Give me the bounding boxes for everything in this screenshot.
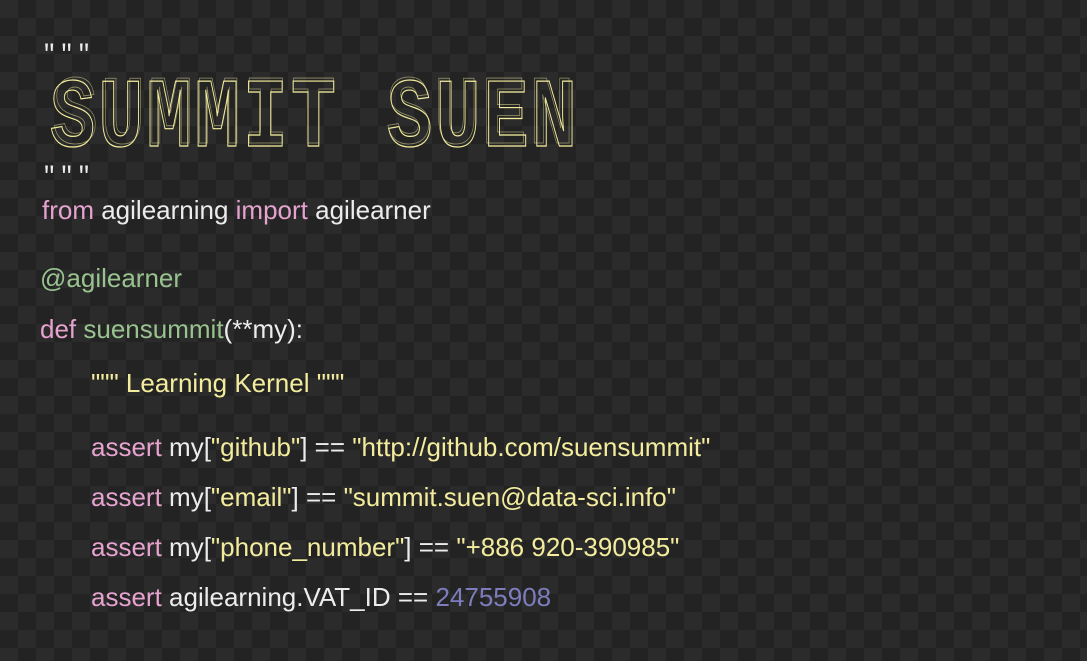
banner-svg: SUMMIT SUEN SUMMIT SUEN bbox=[50, 70, 577, 154]
assert-line-github: assert my["github"] == "http://github.co… bbox=[91, 432, 710, 462]
keyword-def: def bbox=[40, 314, 77, 344]
keyword-assert: assert bbox=[91, 432, 162, 462]
keyword-from: from bbox=[42, 195, 94, 225]
assert-value: "http://github.com/suensummit" bbox=[352, 432, 711, 462]
function-docstring: """ Learning Kernel """ bbox=[91, 368, 345, 398]
docstring-open-quotes: """ bbox=[42, 42, 95, 69]
assert-value: "+886 920-390985" bbox=[456, 532, 680, 562]
assert-key: "phone_number" bbox=[210, 532, 405, 562]
assert-key: "github" bbox=[210, 432, 301, 462]
assert-key: "email" bbox=[210, 482, 292, 512]
assert-number: 24755908 bbox=[435, 582, 552, 612]
ascii-banner-title: SUMMIT SUEN SUMMIT SUEN bbox=[50, 70, 590, 154]
keyword-import: import bbox=[235, 195, 308, 225]
keyword-assert: assert bbox=[91, 532, 162, 562]
def-line: def suensummit(**my): bbox=[40, 314, 303, 344]
assert-lhs-prefix: my[ bbox=[161, 432, 211, 462]
assert-lhs-prefix: my[ bbox=[161, 532, 211, 562]
assert-operator: ] == bbox=[404, 532, 457, 562]
module-name: agilearning bbox=[94, 195, 236, 225]
import-line: from agilearning import agilearner bbox=[42, 195, 431, 225]
assert-line-email: assert my["email"] == "summit.suen@data-… bbox=[91, 482, 676, 512]
assert-operator: ] == bbox=[300, 432, 353, 462]
decorator-line: @agilearner bbox=[40, 263, 183, 293]
assert-value: "summit.suen@data-sci.info" bbox=[343, 482, 676, 512]
function-name: suensummit bbox=[76, 314, 224, 344]
imported-name: agilearner bbox=[307, 195, 431, 225]
assert-line-vat-id: assert agilearning.VAT_ID == 24755908 bbox=[91, 582, 551, 612]
assert-operator: ] == bbox=[291, 482, 344, 512]
assert-line-phone: assert my["phone_number"] == "+886 920-3… bbox=[91, 532, 679, 562]
assert-lhs-prefix: my[ bbox=[161, 482, 211, 512]
keyword-assert: assert bbox=[91, 582, 162, 612]
function-params: (**my): bbox=[223, 314, 303, 344]
code-canvas: """ SUMMIT SUEN SUMMIT SUEN """ from agi… bbox=[0, 0, 1087, 661]
docstring-close-quotes: """ bbox=[42, 164, 95, 191]
banner-text-inner: SUMMIT SUEN bbox=[53, 70, 577, 154]
assert-lhs: agilearning.VAT_ID == bbox=[161, 582, 436, 612]
keyword-assert: assert bbox=[91, 482, 162, 512]
